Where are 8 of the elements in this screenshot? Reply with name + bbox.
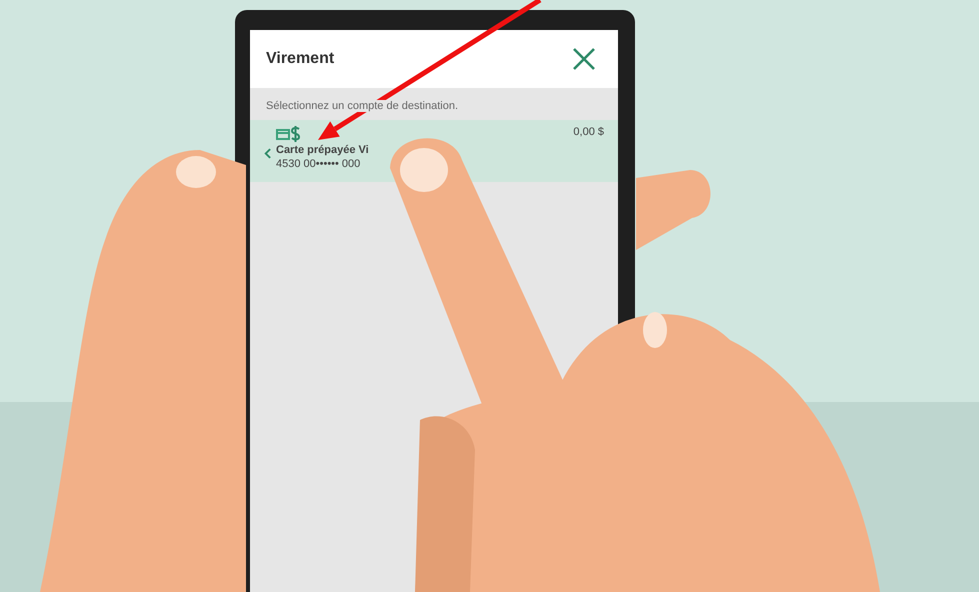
close-icon[interactable] (572, 47, 596, 71)
account-number: 4530 00•••••• 000 (276, 158, 360, 170)
account-balance: 0,00 $ (573, 126, 604, 138)
instruction-text: Sélectionnez un compte de destination. (266, 100, 458, 112)
chevron-icon (264, 148, 271, 159)
account-name: Carte prépayée Vi (276, 144, 369, 156)
screen-title: Virement (266, 50, 334, 68)
card-dollar-icon (276, 126, 302, 142)
